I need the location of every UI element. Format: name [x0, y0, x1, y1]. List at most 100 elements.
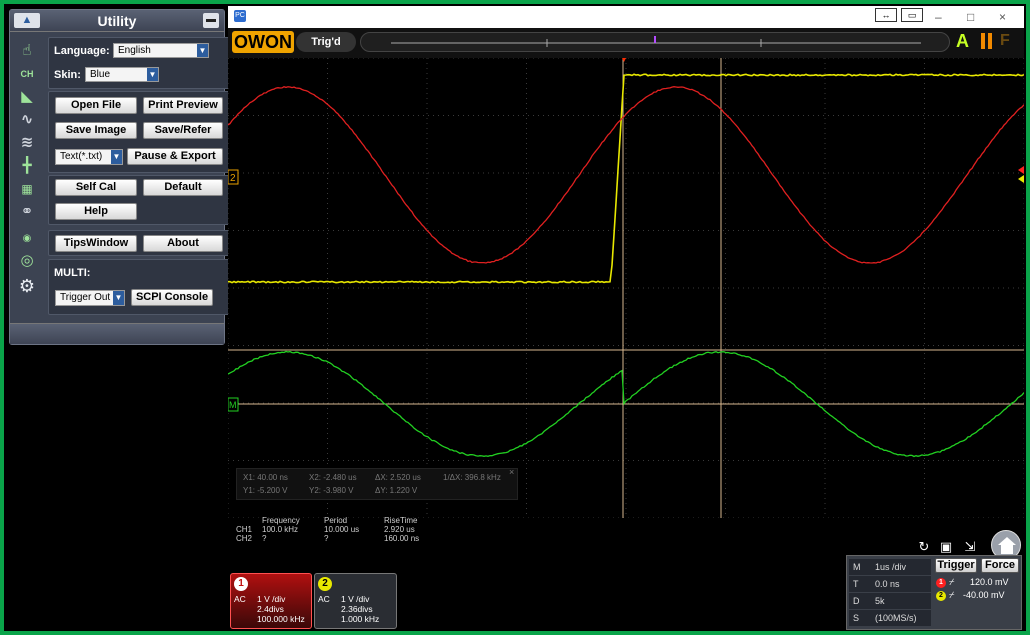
- cursor-dy: ΔY: 1.220 V: [375, 486, 417, 495]
- close-icon[interactable]: ×: [509, 467, 514, 477]
- export-format-select[interactable]: Text(*.txt) ▼: [55, 149, 123, 165]
- pause-export-button[interactable]: Pause & Export: [127, 148, 223, 165]
- measure-icon[interactable]: ▦: [16, 179, 38, 199]
- auto-icon[interactable]: A: [956, 31, 974, 53]
- depth-value: 5k: [875, 596, 885, 606]
- force-button[interactable]: Force: [981, 558, 1019, 573]
- skin-value: Blue: [90, 69, 110, 80]
- pause-icon[interactable]: [980, 33, 994, 51]
- utility-sidebar: ☝ CH ◣ ∿ ≋ ╋ ▦ ⚭ ◉ ◎ ⚙: [10, 33, 46, 323]
- ch1-trigger-level-marker[interactable]: [1018, 175, 1024, 183]
- crosshair-icon[interactable]: ╋: [16, 156, 38, 176]
- save-image-button[interactable]: Save Image: [55, 122, 137, 139]
- cursor-inv-dx: 1/ΔX: 396.8 kHz: [443, 473, 501, 482]
- trigger-button[interactable]: Trigger: [935, 558, 977, 573]
- math-level-marker[interactable]: M: [228, 398, 238, 411]
- trigger-time-label: T: [853, 579, 859, 589]
- ch1-badge: 1: [234, 577, 248, 591]
- close-button[interactable]: ×: [999, 10, 1006, 24]
- language-select[interactable]: English ▼: [113, 43, 209, 58]
- print-preview-button[interactable]: Print Preview: [143, 97, 223, 114]
- appearance-section: Language: English ▼ Skin: Blue ▼: [48, 37, 230, 89]
- force-icon[interactable]: F: [1000, 32, 1014, 52]
- utility-footer: [10, 323, 224, 344]
- timebase-row[interactable]: M 1us /div: [849, 559, 931, 575]
- trigger-ch2-badge: 2: [936, 591, 946, 601]
- measure-cell: 2.920 us: [384, 525, 415, 534]
- depth-label: D: [853, 596, 860, 606]
- info-section: TipsWindow About: [48, 230, 230, 256]
- chevron-down-icon: ▼: [111, 150, 122, 164]
- ch1-vdiv: 1 V /div: [257, 594, 285, 604]
- ch2-offset: 2.36divs: [341, 604, 373, 614]
- sample-rate-row[interactable]: S (100MS/s): [849, 610, 931, 626]
- channel-icon[interactable]: CH: [16, 64, 38, 84]
- math-wave-icon[interactable]: ∿: [16, 110, 38, 130]
- utility-header: ▲ Utility: [10, 10, 224, 32]
- measure-cell: 100.0 kHz: [262, 525, 298, 534]
- cursor-readout-box: X1: 40.00 ns X2: -2.480 us ΔX: 2.520 us …: [236, 468, 518, 500]
- measure-header-risetime: RiseTime: [384, 516, 417, 525]
- measure-header-period: Period: [324, 516, 347, 525]
- graticule: [228, 58, 1024, 518]
- chevron-down-icon: ▼: [147, 68, 158, 81]
- depth-row[interactable]: D 5k: [849, 593, 931, 609]
- self-cal-button[interactable]: Self Cal: [55, 179, 137, 196]
- multi-section: MULTI: Trigger Out ▼ SCPI Console: [48, 259, 230, 315]
- save-refer-button[interactable]: Save/Refer: [143, 122, 223, 139]
- timebase-value: 1us /div: [875, 562, 906, 572]
- waveform-display[interactable]: 2 M: [228, 58, 1024, 518]
- about-button[interactable]: About: [143, 235, 223, 252]
- measure-cell: 160.00 ns: [384, 534, 419, 543]
- scpi-console-button[interactable]: SCPI Console: [131, 289, 213, 306]
- ch1-coupling: AC: [234, 594, 246, 604]
- ch2-level-marker[interactable]: 2: [228, 170, 238, 184]
- trigger-ch1-level: 120.0 mV: [970, 577, 1009, 587]
- measure-cell: 10.000 us: [324, 525, 359, 534]
- measure-cell: ?: [324, 534, 328, 543]
- refresh-icon[interactable]: ↻: [915, 538, 933, 556]
- cursor-y1: Y1: -5.200 V: [243, 486, 287, 495]
- memory-bar-graphic: [361, 33, 951, 53]
- toggle-icon[interactable]: ◉: [16, 229, 38, 249]
- trigger-time-row[interactable]: T 0.0 ns: [849, 576, 931, 592]
- maximize-button[interactable]: □: [967, 10, 974, 24]
- fft-icon[interactable]: ≋: [16, 133, 38, 153]
- svg-text:M: M: [229, 400, 237, 410]
- help-button[interactable]: Help: [55, 203, 137, 220]
- ch1-info-card[interactable]: 1 AC 1 V /div 2.4divs 100.000 kHz: [230, 573, 312, 629]
- swap-button[interactable]: ↔: [875, 8, 897, 22]
- scope-screen: 2 M X1: 40.00 ns X2: -2.480 us ΔX: 2.520…: [228, 58, 1024, 630]
- hand-icon[interactable]: ☝: [16, 41, 38, 61]
- window-layout-button[interactable]: ▭: [901, 8, 923, 22]
- link-icon[interactable]: ⚭: [16, 202, 38, 222]
- minimize-button[interactable]: –: [935, 10, 942, 24]
- ch2-info-card[interactable]: 2 AC 1 V /div 2.36divs 1.000 kHz: [314, 573, 397, 629]
- scope-window: PC ↔ ▭ – □ × OWON Trig'd A F 2 M X1: 40.…: [228, 6, 1024, 630]
- cursor-x2: X2: -2.480 us: [309, 473, 357, 482]
- memory-position-bar[interactable]: [360, 32, 950, 52]
- ruler-icon[interactable]: ◣: [16, 87, 38, 107]
- trigger-position-marker[interactable]: [620, 58, 628, 62]
- default-button[interactable]: Default: [143, 179, 223, 196]
- app-icon: PC: [234, 10, 246, 22]
- save-disk-icon[interactable]: ▣: [937, 538, 955, 556]
- sample-rate-value: (100MS/s): [875, 613, 917, 623]
- minimize-panel-button[interactable]: [203, 13, 219, 28]
- open-file-button[interactable]: Open File: [55, 97, 137, 114]
- multi-select[interactable]: Trigger Out ▼: [55, 290, 125, 306]
- export-format-value: Text(*.txt): [60, 151, 102, 162]
- export-icon[interactable]: ⇲: [961, 538, 979, 556]
- utility-title: Utility: [10, 13, 224, 29]
- skin-select[interactable]: Blue ▼: [85, 67, 159, 82]
- ch2-vdiv: 1 V /div: [341, 594, 369, 604]
- chevron-down-icon: ▼: [197, 44, 208, 57]
- record-icon[interactable]: ◎: [16, 251, 38, 271]
- measure-row-ch: CH1: [236, 525, 252, 534]
- settings-gear-icon[interactable]: ⚙: [16, 276, 38, 296]
- multi-value: Trigger Out: [60, 292, 110, 303]
- tips-window-button[interactable]: TipsWindow: [55, 235, 137, 252]
- sample-rate-label: S: [853, 613, 859, 623]
- trigger-status: Trig'd: [296, 32, 356, 52]
- measure-header-frequency: Frequency: [262, 516, 300, 525]
